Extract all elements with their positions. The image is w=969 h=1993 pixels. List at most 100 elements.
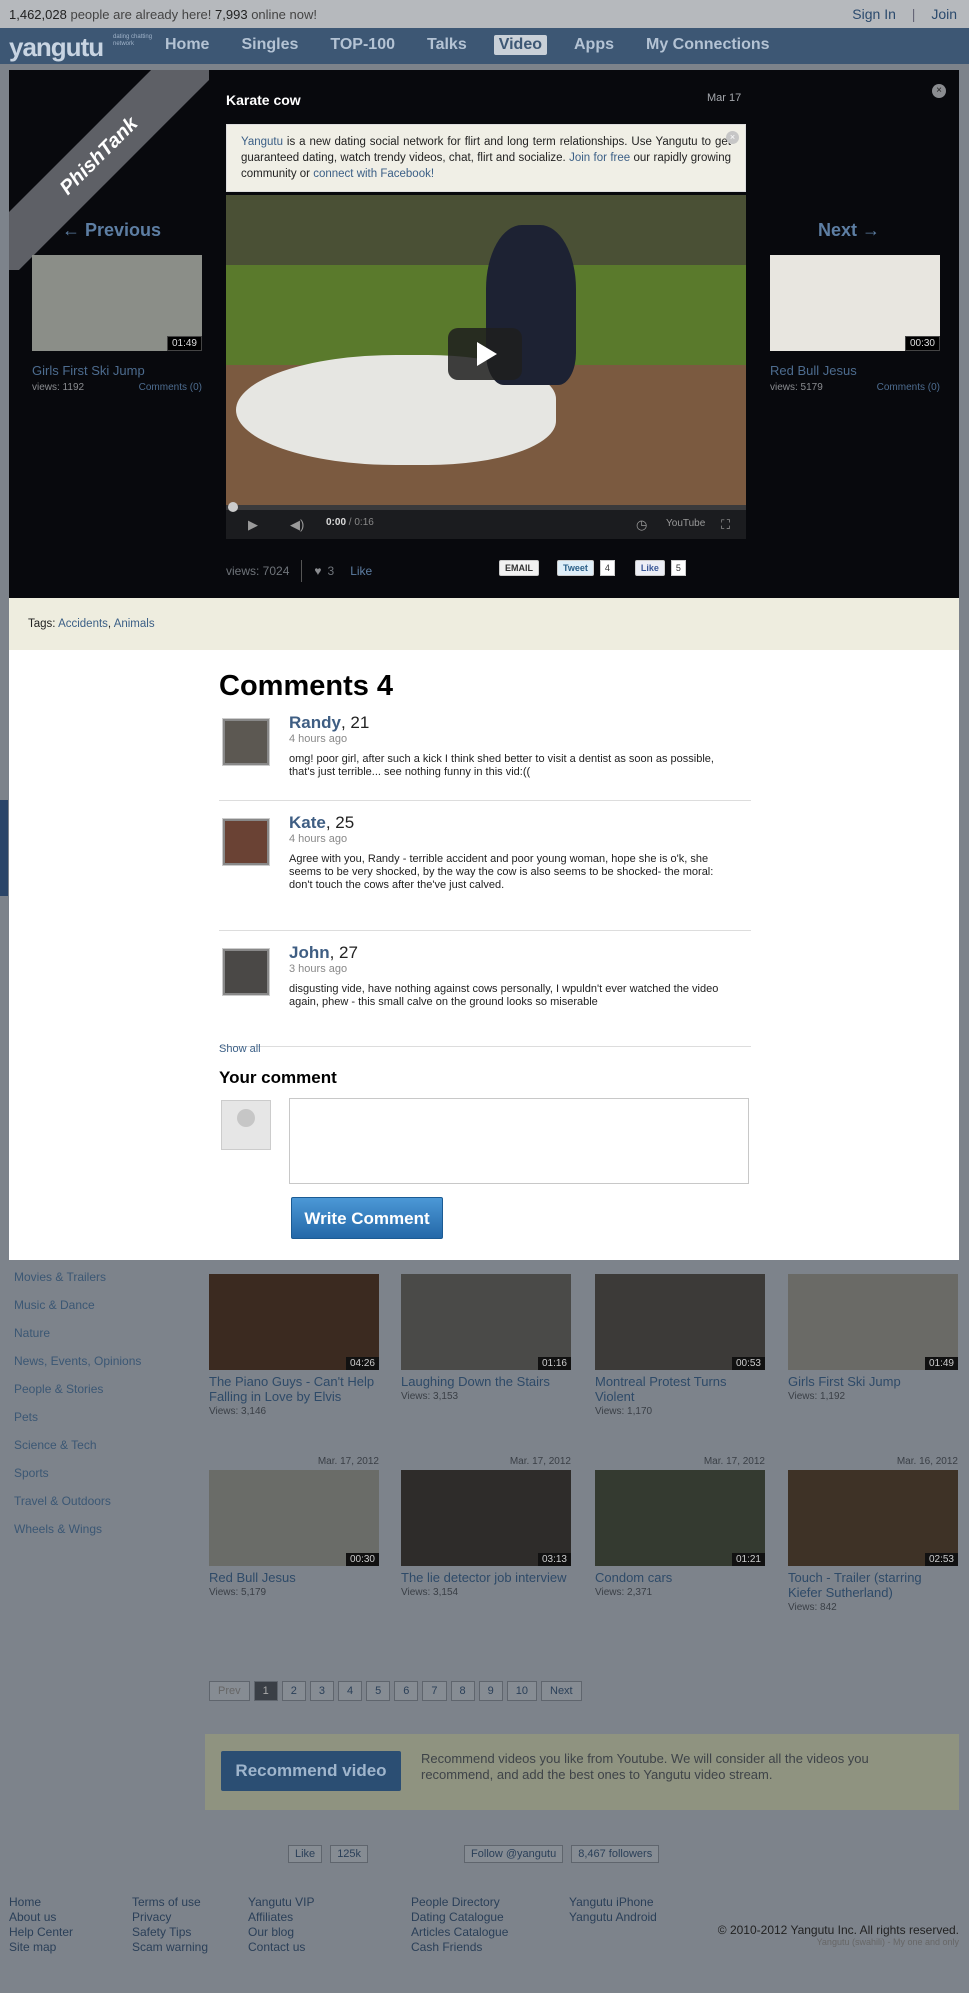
video-card[interactable]: 00:53 Montreal Protest Turns Violent Vie… xyxy=(595,1260,765,1417)
video-card[interactable]: 04:26 The Piano Guys - Can't Help Fallin… xyxy=(209,1260,379,1417)
fullscreen-icon[interactable]: ⛶ xyxy=(721,517,730,533)
category-item[interactable]: Travel & Outdoors xyxy=(14,1494,141,1522)
tweet-button[interactable]: Tweet xyxy=(557,560,594,576)
pager-page[interactable]: 7 xyxy=(422,1681,447,1701)
pager-page[interactable]: 2 xyxy=(281,1681,306,1701)
pager-prev[interactable]: Prev xyxy=(209,1681,250,1701)
join-link[interactable]: Join xyxy=(931,6,957,22)
show-all-link[interactable]: Show all xyxy=(219,1043,261,1055)
footer-link[interactable]: People Directory xyxy=(411,1895,508,1910)
previous-comments-link[interactable]: Comments (0) xyxy=(139,382,202,393)
nav-item-top100[interactable]: TOP-100 xyxy=(325,35,400,55)
footer-link[interactable]: Terms of use xyxy=(132,1895,208,1910)
write-comment-button[interactable]: Write Comment xyxy=(291,1197,443,1239)
close-icon[interactable]: × xyxy=(726,131,739,144)
video-card[interactable]: 01:16 Laughing Down the Stairs Views: 3,… xyxy=(401,1260,571,1402)
nav-item-home[interactable]: Home xyxy=(160,35,214,55)
avatar[interactable] xyxy=(222,718,270,766)
previous-title[interactable]: Girls First Ski Jump xyxy=(32,363,202,378)
category-item[interactable]: Sports xyxy=(14,1466,141,1494)
video-title[interactable]: Condom cars xyxy=(595,1570,765,1585)
next-title[interactable]: Red Bull Jesus xyxy=(770,363,940,378)
footer-link[interactable]: Safety Tips xyxy=(132,1925,208,1940)
play-icon[interactable]: ▶ xyxy=(248,517,258,533)
next-comments-link[interactable]: Comments (0) xyxy=(877,382,940,393)
sign-in-link[interactable]: Sign In xyxy=(852,6,896,22)
footer-link[interactable]: Contact us xyxy=(248,1940,315,1955)
video-thumbnail[interactable]: 01:21 xyxy=(595,1470,765,1566)
facebook-like-button[interactable]: Like xyxy=(288,1845,323,1863)
nav-item-singles[interactable]: Singles xyxy=(236,35,303,55)
category-item[interactable]: Science & Tech xyxy=(14,1438,141,1466)
next-video[interactable]: Next → 00:30 Red Bull Jesus views: 5179 … xyxy=(770,220,940,393)
like-link[interactable]: Like xyxy=(350,564,372,578)
pager-page[interactable]: 8 xyxy=(450,1681,475,1701)
video-thumbnail[interactable]: 03:13 xyxy=(401,1470,571,1566)
nav-item-talks[interactable]: Talks xyxy=(422,35,472,55)
next-link[interactable]: Next → xyxy=(818,220,940,241)
brand-link[interactable]: Yangutu xyxy=(241,136,283,148)
avatar[interactable] xyxy=(222,948,270,996)
youtube-logo[interactable]: YouTube xyxy=(666,518,705,529)
video-thumbnail[interactable]: 01:49 xyxy=(788,1274,958,1370)
comment-input[interactable] xyxy=(289,1098,749,1184)
nav-item-apps[interactable]: Apps xyxy=(569,35,619,55)
previous-video[interactable]: ← Previous 01:49 Girls First Ski Jump vi… xyxy=(32,220,202,393)
video-card[interactable]: Mar. 17, 2012 00:30 Red Bull Jesus Views… xyxy=(209,1456,379,1598)
footer-link[interactable]: Affiliates xyxy=(248,1910,315,1925)
footer-link[interactable]: Site map xyxy=(9,1940,73,1955)
video-title[interactable]: Touch - Trailer (starring Kiefer Sutherl… xyxy=(788,1570,958,1600)
category-item[interactable]: Music & Dance xyxy=(14,1298,141,1326)
pager-page[interactable]: 3 xyxy=(309,1681,334,1701)
connect-facebook-link[interactable]: connect with Facebook! xyxy=(313,168,434,180)
comment-author-name[interactable]: Randy xyxy=(289,713,341,732)
recommend-video-button[interactable]: Recommend video xyxy=(221,1751,401,1791)
clock-icon[interactable]: ◷ xyxy=(636,517,647,533)
video-title[interactable]: The lie detector job interview xyxy=(401,1570,571,1585)
twitter-follow-button[interactable]: Follow @yangutu xyxy=(464,1845,564,1863)
footer-link[interactable]: Our blog xyxy=(248,1925,315,1940)
join-free-link[interactable]: Join for free xyxy=(569,152,630,164)
footer-link[interactable]: Articles Catalogue xyxy=(411,1925,508,1940)
footer-link[interactable]: Cash Friends xyxy=(411,1940,508,1955)
video-title[interactable]: Girls First Ski Jump xyxy=(788,1374,958,1389)
volume-icon[interactable]: ◀) xyxy=(290,517,304,533)
pager-page[interactable]: 6 xyxy=(394,1681,419,1701)
pager-page[interactable]: 5 xyxy=(366,1681,391,1701)
tag-link[interactable]: Accidents xyxy=(58,618,108,630)
video-title[interactable]: The Piano Guys - Can't Help Falling in L… xyxy=(209,1374,379,1404)
video-card[interactable]: Mar. 16, 2012 02:53 Touch - Trailer (sta… xyxy=(788,1456,958,1613)
category-item[interactable]: Wheels & Wings xyxy=(14,1522,141,1550)
video-thumbnail[interactable]: 00:30 xyxy=(209,1470,379,1566)
category-item[interactable]: Pets xyxy=(14,1410,141,1438)
video-title[interactable]: Laughing Down the Stairs xyxy=(401,1374,571,1389)
video-card[interactable]: Mar. 17, 2012 01:21 Condom cars Views: 2… xyxy=(595,1456,765,1598)
tag-link[interactable]: Animals xyxy=(114,618,155,630)
video-thumbnail[interactable]: 04:26 xyxy=(209,1274,379,1370)
pager-next[interactable]: Next xyxy=(541,1681,582,1701)
play-icon[interactable] xyxy=(448,328,522,380)
footer-link[interactable]: Scam warning xyxy=(132,1940,208,1955)
previous-link[interactable]: ← Previous xyxy=(62,220,202,241)
pager-page[interactable]: 10 xyxy=(506,1681,537,1701)
footer-link[interactable]: Yangutu Android xyxy=(569,1910,657,1925)
nav-item-video[interactable]: Video xyxy=(493,35,547,55)
category-item[interactable]: News, Events, Opinions xyxy=(14,1354,141,1382)
video-card[interactable]: Mar. 17, 2012 03:13 The lie detector job… xyxy=(401,1456,571,1598)
video-title[interactable]: Montreal Protest Turns Violent xyxy=(595,1374,765,1404)
progress-knob[interactable] xyxy=(228,502,238,512)
footer-link[interactable]: Home xyxy=(9,1895,73,1910)
footer-link[interactable]: Yangutu iPhone xyxy=(569,1895,657,1910)
video-player[interactable] xyxy=(226,195,746,505)
video-card[interactable]: 01:49 Girls First Ski Jump Views: 1,192 xyxy=(788,1260,958,1402)
close-icon[interactable]: × xyxy=(932,84,946,98)
video-thumbnail[interactable]: 02:53 xyxy=(788,1470,958,1566)
facebook-like-button[interactable]: Like xyxy=(634,560,665,576)
category-item[interactable]: Movies & Trailers xyxy=(14,1270,141,1298)
video-thumbnail[interactable]: 01:16 xyxy=(401,1274,571,1370)
comment-author-name[interactable]: John xyxy=(289,943,330,962)
category-item[interactable]: Nature xyxy=(14,1326,141,1354)
pager-page[interactable]: 1 xyxy=(253,1681,278,1701)
avatar[interactable] xyxy=(222,818,270,866)
footer-link[interactable]: Help Center xyxy=(9,1925,73,1940)
